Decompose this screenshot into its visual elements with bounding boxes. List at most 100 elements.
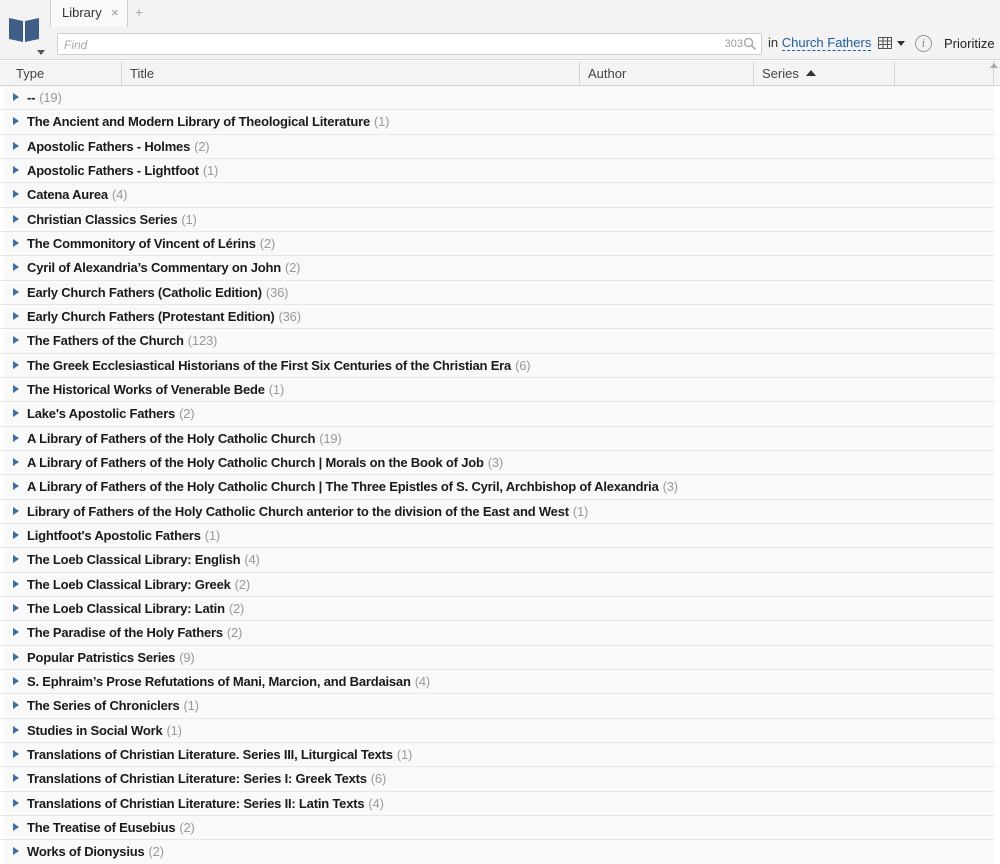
- expand-arrow-icon[interactable]: [13, 457, 19, 466]
- series-name: Popular Patristics Series: [27, 649, 176, 665]
- expand-arrow-icon[interactable]: [13, 141, 19, 150]
- series-group-row[interactable]: Library of Fathers of the Holy Catholic …: [0, 499, 994, 524]
- library-menu-button[interactable]: [0, 0, 50, 60]
- add-tab-icon[interactable]: +: [135, 4, 143, 20]
- series-group-row[interactable]: Apostolic Fathers - Lightfoot (1): [0, 158, 994, 184]
- column-header-type[interactable]: Type: [8, 61, 122, 86]
- series-group-row[interactable]: Lake's Apostolic Fathers (2): [0, 402, 994, 427]
- expand-arrow-icon[interactable]: [13, 628, 19, 637]
- expand-arrow-icon[interactable]: [13, 555, 19, 564]
- series-group-row[interactable]: Translations of Christian Literature. Se…: [0, 742, 994, 768]
- expand-arrow-icon[interactable]: [13, 93, 19, 101]
- series-group-row[interactable]: The Treatise of Eusebius (2): [0, 815, 994, 841]
- info-icon[interactable]: i: [915, 35, 932, 52]
- tab-library[interactable]: Library ×: [50, 0, 128, 27]
- series-count: (3): [662, 479, 679, 495]
- series-group-row[interactable]: Works of Dionysius (2): [0, 840, 994, 864]
- series-group-row[interactable]: Cyril of Alexandria’s Commentary on John…: [0, 256, 994, 281]
- series-name: Studies in Social Work: [27, 722, 163, 738]
- series-group-row[interactable]: The Loeb Classical Library: English (4): [0, 548, 994, 573]
- series-group-row[interactable]: The Greek Ecclesiastical Historians of t…: [0, 353, 994, 378]
- columns-icon[interactable]: [878, 37, 892, 49]
- series-group-row[interactable]: Popular Patristics Series (9): [0, 645, 994, 670]
- row-background: [4, 183, 994, 207]
- search-input[interactable]: [64, 36, 704, 53]
- series-group-row[interactable]: The Fathers of the Church (123): [0, 329, 994, 354]
- series-group-row[interactable]: The Loeb Classical Library: Greek (2): [0, 572, 994, 597]
- series-group-row[interactable]: A Library of Fathers of the Holy Catholi…: [0, 475, 994, 500]
- series-group-row[interactable]: The Paradise of the Holy Fathers (2): [0, 621, 994, 646]
- series-name: Apostolic Fathers - Holmes: [27, 138, 191, 154]
- series-group-row[interactable]: The Ancient and Modern Library of Theolo…: [0, 110, 994, 135]
- series-group-row[interactable]: Early Church Fathers (Protestant Edition…: [0, 304, 994, 330]
- expand-arrow-icon[interactable]: [13, 263, 19, 272]
- expand-arrow-icon[interactable]: [13, 603, 19, 612]
- series-group-row[interactable]: A Library of Fathers of the Holy Catholi…: [0, 450, 994, 476]
- series-group-row[interactable]: Early Church Fathers (Catholic Edition)(…: [0, 280, 994, 305]
- expand-arrow-icon[interactable]: [13, 482, 19, 491]
- series-group-row[interactable]: Catena Aurea (4): [0, 183, 994, 208]
- series-group-row[interactable]: Translations of Christian Literature: Se…: [0, 791, 994, 816]
- series-count: (2): [259, 235, 276, 251]
- series-count: (2): [148, 844, 165, 860]
- series-group-row[interactable]: Apostolic Fathers - Holmes (2): [0, 134, 994, 159]
- expand-arrow-icon[interactable]: [13, 774, 19, 783]
- column-header-extra[interactable]: [895, 61, 994, 86]
- column-header-series[interactable]: Series: [754, 61, 895, 86]
- series-group-row[interactable]: Christian Classics Series (1): [0, 207, 994, 232]
- series-name: Lightfoot's Apostolic Fathers: [27, 527, 201, 543]
- series-group-label: A Library of Fathers of the Holy Catholi…: [27, 455, 503, 470]
- expand-arrow-icon[interactable]: [13, 798, 19, 807]
- series-group-row[interactable]: The Commonitory of Vincent of Lérins (2): [0, 231, 994, 257]
- series-name: The Historical Works of Venerable Bede: [27, 381, 265, 397]
- expand-arrow-icon[interactable]: [13, 214, 19, 223]
- expand-arrow-icon[interactable]: [13, 409, 19, 418]
- close-icon[interactable]: ×: [111, 5, 119, 20]
- expand-arrow-icon[interactable]: [13, 117, 19, 126]
- series-group-label: The Paradise of the Holy Fathers (2): [27, 625, 242, 640]
- column-header-label: Title: [130, 66, 155, 81]
- series-name: Lake's Apostolic Fathers: [27, 406, 176, 422]
- series-group-row[interactable]: A Library of Fathers of the Holy Catholi…: [0, 426, 994, 451]
- expand-arrow-icon[interactable]: [13, 165, 19, 174]
- column-header-title[interactable]: Title: [122, 61, 580, 86]
- expand-arrow-icon[interactable]: [13, 384, 19, 393]
- expand-arrow-icon[interactable]: [13, 725, 19, 734]
- expand-arrow-icon[interactable]: [13, 676, 19, 685]
- series-group-label: Lake's Apostolic Fathers (2): [27, 406, 195, 422]
- expand-arrow-icon[interactable]: [13, 433, 19, 442]
- chevron-down-icon[interactable]: [897, 41, 905, 46]
- prioritize-button[interactable]: Prioritize: [944, 36, 995, 51]
- series-count: (3): [487, 454, 504, 470]
- series-group-row[interactable]: Translations of Christian Literature: Se…: [0, 767, 994, 792]
- expand-arrow-icon[interactable]: [13, 652, 19, 661]
- series-group-row[interactable]: The Loeb Classical Library: Latin (2): [0, 596, 994, 622]
- expand-arrow-icon[interactable]: [13, 847, 19, 856]
- scroll-up-icon[interactable]: [990, 63, 998, 68]
- series-count: (1): [572, 503, 589, 519]
- expand-arrow-icon[interactable]: [13, 822, 19, 831]
- expand-arrow-icon[interactable]: [13, 287, 19, 296]
- expand-arrow-icon[interactable]: [13, 336, 19, 345]
- expand-arrow-icon[interactable]: [13, 506, 19, 515]
- scope-prefix: in: [768, 35, 779, 50]
- series-count: (123): [187, 333, 218, 349]
- expand-arrow-icon[interactable]: [13, 190, 19, 199]
- expand-arrow-icon[interactable]: [13, 701, 19, 710]
- series-group-row[interactable]: The Series of Chroniclers (1): [0, 694, 994, 719]
- series-group-row[interactable]: Studies in Social Work (1): [0, 718, 994, 743]
- sort-ascending-icon: [805, 70, 816, 76]
- series-group-row[interactable]: Lightfoot's Apostolic Fathers (1): [0, 523, 994, 549]
- expand-arrow-icon[interactable]: [13, 311, 19, 320]
- expand-arrow-icon[interactable]: [13, 530, 19, 539]
- series-group-row[interactable]: -- (19): [0, 86, 994, 111]
- expand-arrow-icon[interactable]: [13, 579, 19, 588]
- search-icon[interactable]: [743, 37, 757, 51]
- scope-selector[interactable]: Church Fathers: [781, 35, 872, 51]
- expand-arrow-icon[interactable]: [13, 238, 19, 247]
- series-group-row[interactable]: S. Ephraim’s Prose Refutations of Mani, …: [0, 669, 994, 695]
- expand-arrow-icon[interactable]: [13, 749, 19, 758]
- expand-arrow-icon[interactable]: [13, 360, 19, 369]
- column-header-author[interactable]: Author: [580, 61, 754, 86]
- series-group-row[interactable]: The Historical Works of Venerable Bede (1…: [0, 377, 994, 403]
